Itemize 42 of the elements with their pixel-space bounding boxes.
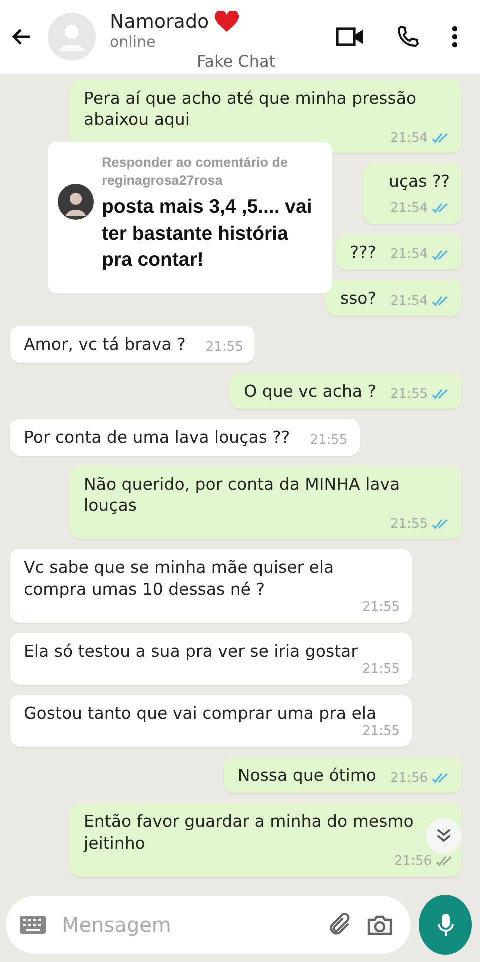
message-time: 21:56 (390, 770, 428, 786)
message-text: ??? (350, 242, 377, 263)
avatar-icon (58, 184, 94, 220)
message-text: Gostou tanto que vai comprar uma pra ela (24, 702, 377, 724)
contact-status: online (110, 33, 157, 51)
video-call-icon[interactable] (336, 27, 364, 47)
message-text: Vc sabe que se minha mãe quiser ela compra umas 10 dessas né ? (24, 557, 336, 600)
message-input[interactable]: Mensagem (60, 912, 313, 938)
heart-icon (215, 11, 240, 33)
message-text: Por conta de uma lava louças ?? (24, 427, 290, 449)
message-text: Então favor guardar a minha do mesmo jeitinho (84, 811, 415, 854)
message-text: Pera aí que acho até que minha pressão abaixou aqui (84, 88, 418, 131)
message-text: O que vc acha ? (244, 380, 377, 402)
message-time: 21:54 (390, 294, 428, 310)
message-time: 21:54 (390, 247, 428, 263)
more-icon[interactable] (452, 26, 458, 48)
camera-icon[interactable] (367, 914, 393, 936)
message-text: sso? (340, 288, 377, 310)
message-time: 21:55 (362, 724, 400, 740)
message-time: 21:55 (390, 386, 428, 402)
watermark-label: Fake Chat (197, 52, 276, 71)
reply-heading: Responder ao comentário de reginagrosa27rosa (102, 154, 290, 190)
message-time: 21:55 (310, 433, 348, 449)
comment-text: posta mais 3,4 ,5.... vai ter bastante história pra contar! (102, 195, 314, 274)
contact-name: Namorado (110, 11, 210, 33)
message-time: 21:55 (206, 340, 244, 356)
keyboard-icon[interactable] (20, 916, 46, 934)
message-time: 21:55 (362, 600, 400, 616)
message-time: 21:56 (394, 854, 432, 870)
message-text: Amor, vc tá brava ? (24, 334, 186, 356)
phone-icon[interactable] (396, 25, 420, 49)
message-time: 21:55 (390, 516, 428, 532)
message-field[interactable]: Mensagem (6, 896, 411, 954)
microphone-icon (438, 913, 454, 937)
double-chevron-icon (436, 829, 452, 843)
message-text: Não querido, por conta da MINHA lava louças (84, 474, 402, 517)
message-text: Ela só testou a sua pra ver se iria gostar (24, 640, 358, 662)
message-text: uças ?? (389, 171, 450, 193)
message-time: 21:55 (362, 662, 400, 678)
message-time: 21:54 (390, 130, 428, 146)
message-text: Nossa que ótimo (238, 764, 377, 786)
message-time: 21:54 (390, 200, 428, 216)
